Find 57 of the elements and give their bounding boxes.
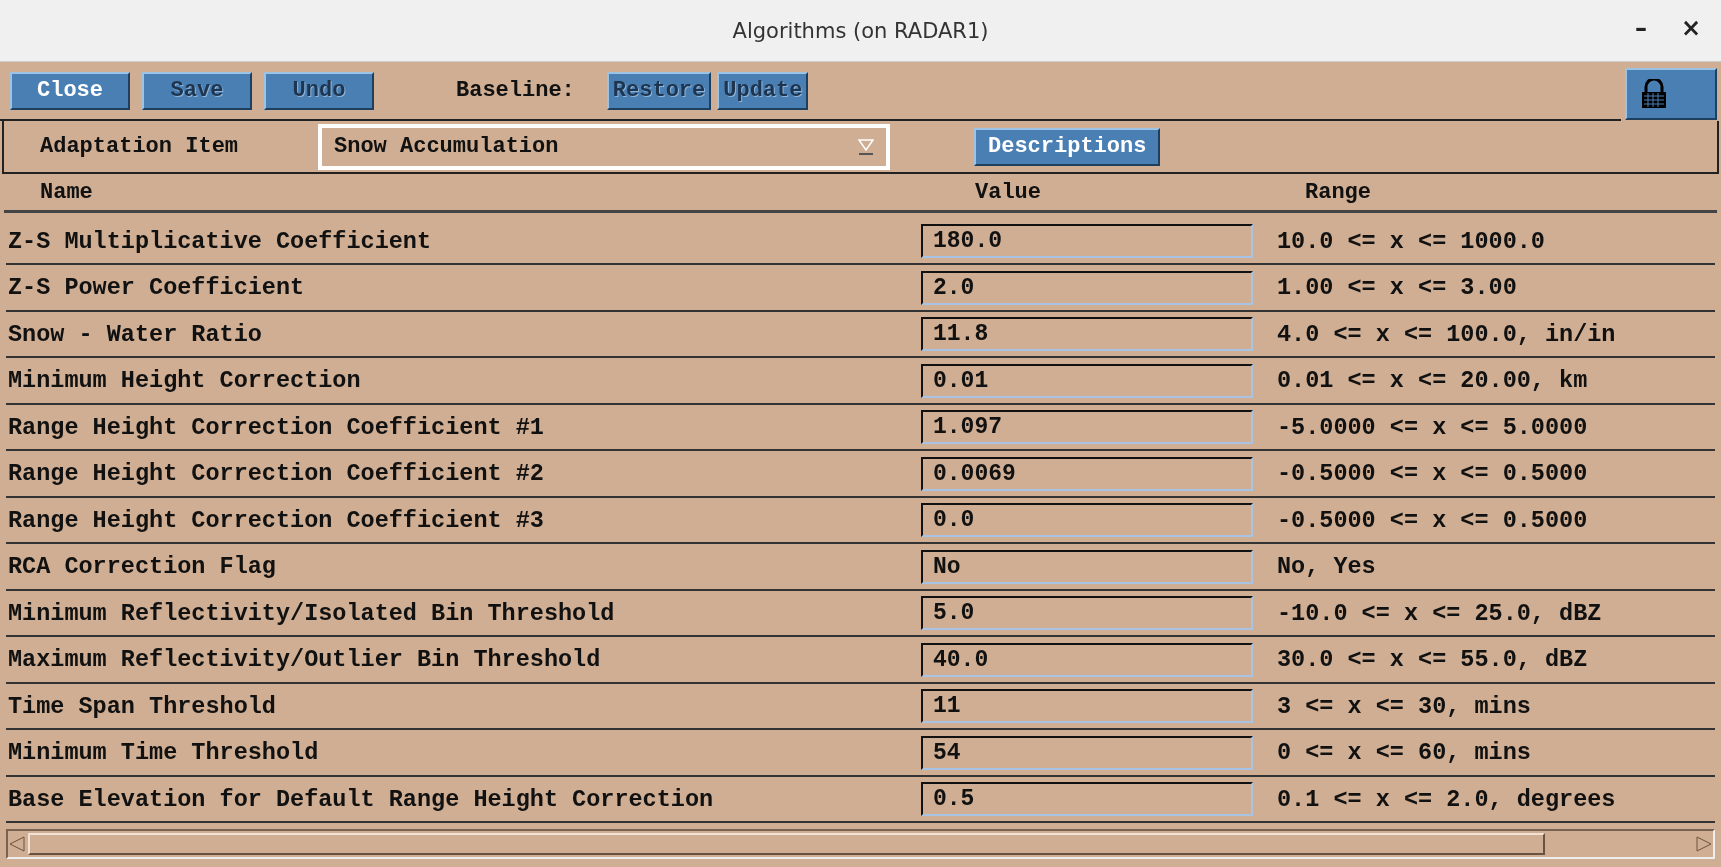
minimize-button[interactable]: – [1628,14,1653,42]
parameter-name: Base Elevation for Default Range Height Correction [7,785,715,813]
value-field[interactable]: 54 [921,735,1253,770]
parameter-name: Z-S Multiplicative Coefficient [7,227,433,255]
value-field[interactable]: 11.8 [921,317,1253,352]
parameter-name: RCA Correction Flag [7,553,277,581]
range-text: -10.0 <= x <= 25.0, dBZ [1276,599,1603,627]
column-header: Name [39,179,94,205]
parameter-name: Range Height Correction Coefficient #2 [7,460,545,488]
parameter-name: Range Height Correction Coefficient #1 [7,413,545,441]
range-text: 4.0 <= x <= 100.0, in/in [1276,320,1617,348]
parameter-name: Range Height Correction Coefficient #3 [7,506,545,534]
value-field[interactable]: 0.5 [921,782,1253,817]
range-text: -0.5000 <= x <= 0.5000 [1276,506,1589,534]
parameter-name: Minimum Time Threshold [7,739,320,767]
range-text: 3 <= x <= 30, mins [1276,692,1532,720]
range-text: 0 <= x <= 60, mins [1276,739,1532,767]
horizontal-scrollbar[interactable] [6,829,1715,859]
range-text: 10.0 <= x <= 1000.0 [1276,227,1546,255]
range-text: 0.01 <= x <= 20.00, km [1276,367,1589,395]
parameter-name: Minimum Height Correction [7,367,362,395]
range-text: -5.0000 <= x <= 5.0000 [1276,413,1589,441]
descriptions-button[interactable]: Descriptions [974,127,1161,166]
range-text: 30.0 <= x <= 55.0, dBZ [1276,646,1589,674]
parameter-name: Time Span Threshold [7,692,277,720]
range-text: 1.00 <= x <= 3.00 [1276,274,1518,302]
adaptation-item-dropdown[interactable]: Snow Accumulation [318,123,890,170]
range-text: -0.5000 <= x <= 0.5000 [1276,460,1589,488]
value-field[interactable]: 0.0069 [921,456,1253,491]
value-field[interactable]: 5.0 [921,596,1253,631]
toolbar-button[interactable]: Close [10,71,130,110]
window-title: Algorithms (on RADAR1) [732,18,989,43]
value-field[interactable]: 40.0 [921,642,1253,677]
parameter-name: Z-S Power Coefficient [7,274,306,302]
dropdown-arrow-icon [858,137,874,156]
value-field[interactable]: 11 [921,689,1253,724]
baseline-label: Baseline: [456,78,575,104]
parameter-name: Minimum Reflectivity/Isolated Bin Threshold [7,599,616,627]
close-button[interactable]: × [1674,14,1707,42]
range-text: No, Yes [1276,553,1377,581]
parameter-name: Snow - Water Ratio [7,320,263,348]
column-header: Range [1304,179,1372,205]
scroll-left-icon [8,835,26,854]
column-header: Value [974,179,1042,205]
lock-button[interactable] [1625,68,1717,121]
value-field[interactable]: No [921,549,1253,584]
adaptation-item-label: Adaptation Item [40,134,240,160]
range-text: 0.1 <= x <= 2.0, degrees [1276,785,1617,813]
scrollbar-thumb[interactable] [28,833,1545,856]
value-field[interactable]: 0.0 [921,503,1253,538]
value-field[interactable]: 0.01 [921,363,1253,398]
parameter-name: Maximum Reflectivity/Outlier Bin Threshold [7,646,602,674]
scroll-right-icon [1695,835,1713,854]
value-field[interactable]: 1.097 [921,410,1253,445]
value-field[interactable]: 2.0 [921,270,1253,305]
value-field[interactable]: 180.0 [921,224,1253,259]
lock-icon [1641,79,1667,110]
